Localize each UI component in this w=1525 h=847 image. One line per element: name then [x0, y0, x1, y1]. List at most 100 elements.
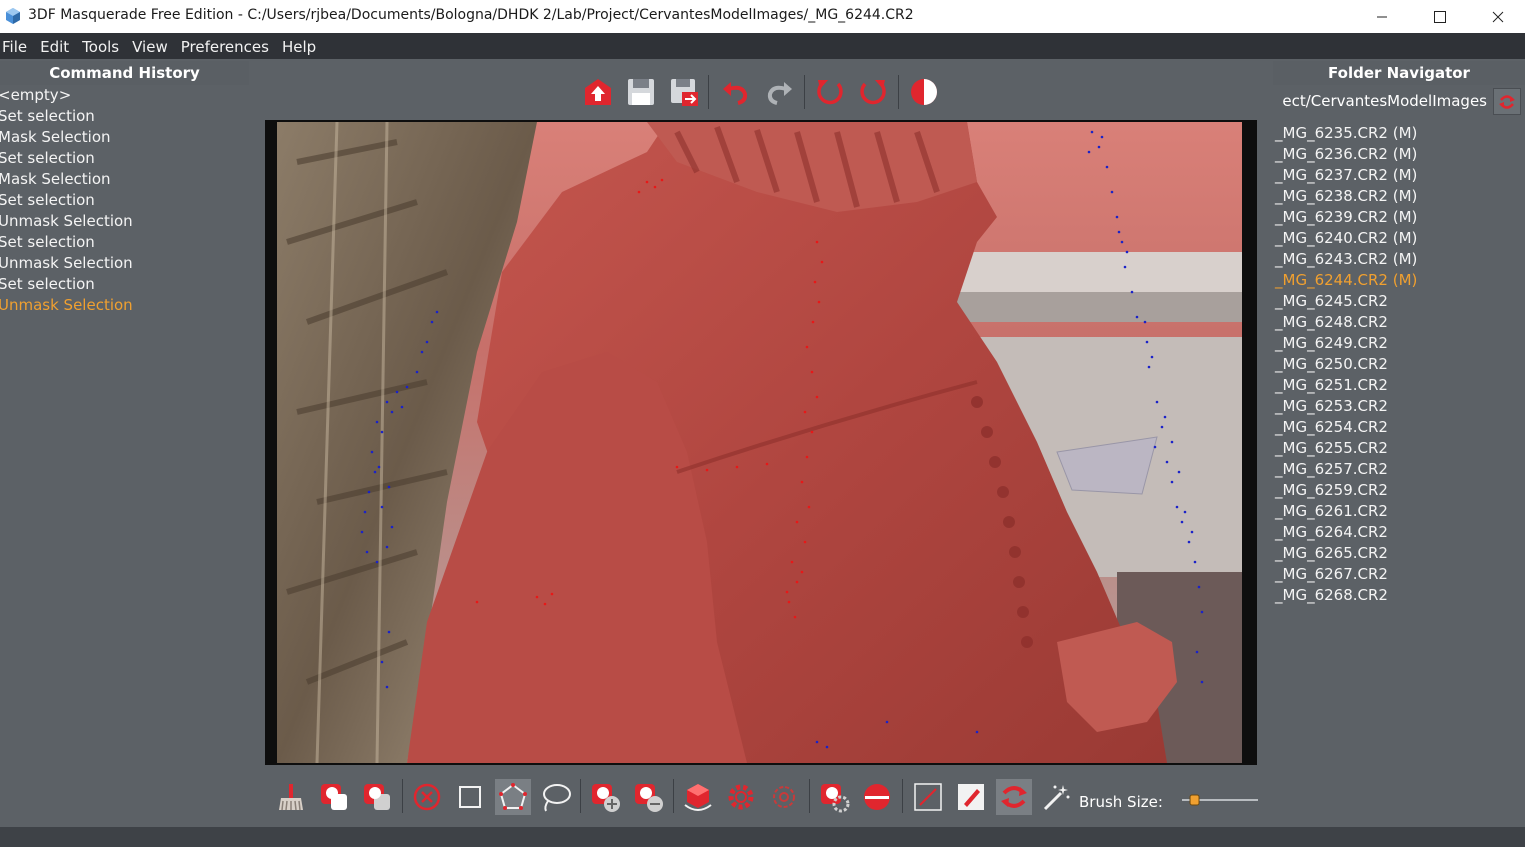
redo-icon — [767, 82, 792, 105]
bottom-toolbar: Brush Size: — [265, 767, 1260, 827]
minimize-button[interactable] — [1353, 0, 1411, 33]
history-item[interactable]: Set selection — [0, 190, 249, 211]
file-item[interactable]: _MG_6250.CR2 — [1275, 354, 1417, 375]
history-item[interactable]: Set selection — [0, 148, 249, 169]
refresh-button[interactable] — [1493, 88, 1521, 115]
half-mask-button[interactable] — [859, 779, 895, 815]
image-viewer[interactable] — [265, 120, 1257, 765]
command-history-panel: Command History <empty> Set selection Mask… — [0, 61, 249, 827]
file-item[interactable]: _MG_6240.CR2 (M) — [1275, 228, 1417, 249]
menu-view[interactable]: View — [130, 33, 174, 59]
menu-preferences[interactable]: Preferences — [179, 33, 275, 59]
file-item[interactable]: _MG_6255.CR2 — [1275, 438, 1417, 459]
file-item[interactable]: _MG_6253.CR2 — [1275, 396, 1417, 417]
menu-file[interactable]: File — [0, 33, 33, 59]
file-item[interactable]: _MG_6267.CR2 — [1275, 564, 1417, 585]
contrast-button[interactable] — [906, 74, 942, 110]
open-button[interactable] — [580, 74, 616, 110]
brush-tool-button[interactable] — [953, 779, 989, 815]
brush-size-label: Brush Size: — [1079, 793, 1163, 811]
menu-tools[interactable]: Tools — [80, 33, 125, 59]
file-item[interactable]: _MG_6245.CR2 — [1275, 291, 1417, 312]
file-item[interactable]: _MG_6239.CR2 (M) — [1275, 207, 1417, 228]
rotate-left-button[interactable] — [812, 74, 848, 110]
swap-button[interactable] — [996, 779, 1032, 815]
file-item[interactable]: _MG_6251.CR2 — [1275, 375, 1417, 396]
toolbar-separator — [580, 779, 581, 813]
file-item[interactable]: _MG_6238.CR2 (M) — [1275, 186, 1417, 207]
mask-subtract-button[interactable] — [359, 779, 395, 815]
mask-subtract-icon — [364, 784, 390, 810]
brush-size-thumb[interactable] — [1189, 794, 1200, 806]
file-item[interactable]: _MG_6248.CR2 — [1275, 312, 1417, 333]
file-item[interactable]: _MG_6254.CR2 — [1275, 417, 1417, 438]
file-item[interactable]: _MG_6244.CR2 (M) — [1275, 270, 1417, 291]
menu-help[interactable]: Help — [280, 33, 322, 59]
history-item[interactable]: Set selection — [0, 274, 249, 295]
line-tool-button[interactable] — [910, 779, 946, 815]
mask-filter-icon — [821, 784, 850, 813]
toolbar-separator — [809, 779, 810, 813]
file-item[interactable]: _MG_6243.CR2 (M) — [1275, 249, 1417, 270]
file-item[interactable]: _MG_6261.CR2 — [1275, 501, 1417, 522]
add-selection-button[interactable] — [587, 779, 623, 815]
file-item[interactable]: _MG_6236.CR2 (M) — [1275, 144, 1417, 165]
rotate-right-icon — [860, 80, 886, 105]
clear-brush-button[interactable] — [273, 779, 309, 815]
polygon-select-button[interactable] — [495, 779, 531, 815]
history-item[interactable]: Set selection — [0, 232, 249, 253]
history-item[interactable]: Mask Selection — [0, 169, 249, 190]
magic-wand-button[interactable] — [1039, 779, 1075, 815]
close-button[interactable] — [1469, 0, 1525, 33]
mask-filter-button[interactable] — [816, 779, 852, 815]
settings-red-button[interactable] — [723, 779, 759, 815]
rectangle-select-button[interactable] — [452, 779, 488, 815]
redo-button[interactable] — [761, 74, 797, 110]
mask-add-button[interactable] — [316, 779, 352, 815]
photo-canvas[interactable] — [277, 122, 1242, 763]
brush-size-slider[interactable] — [1180, 792, 1260, 808]
rotate-left-icon — [817, 80, 843, 105]
3df-cube-icon — [6, 8, 20, 24]
history-item[interactable]: Mask Selection — [0, 127, 249, 148]
editor-area: Brush Size: — [255, 61, 1267, 827]
swap-icon — [1001, 786, 1027, 808]
save-as-icon — [671, 79, 698, 106]
clear-brush-icon — [279, 784, 303, 811]
menu-edit[interactable]: Edit — [38, 33, 75, 59]
close-icon — [1492, 11, 1504, 22]
file-item[interactable]: _MG_6237.CR2 (M) — [1275, 165, 1417, 186]
top-toolbar — [255, 61, 1267, 121]
lasso-select-button[interactable] — [538, 779, 574, 815]
toolbar-separator — [708, 75, 709, 109]
masked-photo[interactable] — [277, 122, 1242, 763]
rotate-right-button[interactable] — [855, 74, 891, 110]
save-button[interactable] — [623, 74, 659, 110]
settings-outline-button[interactable] — [766, 779, 802, 815]
file-item[interactable]: _MG_6249.CR2 — [1275, 333, 1417, 354]
history-item[interactable]: Set selection — [0, 106, 249, 127]
save-as-button[interactable] — [666, 74, 702, 110]
cancel-button[interactable] — [409, 779, 445, 815]
toolbar-separator — [804, 75, 805, 109]
folder-path[interactable]: ect/CervantesModelImages — [1275, 89, 1487, 114]
history-item[interactable]: Unmask Selection — [0, 253, 249, 274]
file-item[interactable]: _MG_6268.CR2 — [1275, 585, 1417, 606]
file-item[interactable]: _MG_6265.CR2 — [1275, 543, 1417, 564]
toolbar-separator — [898, 75, 899, 109]
history-item[interactable]: Unmask Selection — [0, 295, 249, 316]
undo-button[interactable] — [718, 74, 754, 110]
toolbar-separator — [902, 779, 903, 813]
history-item[interactable]: <empty> — [0, 85, 249, 106]
file-item[interactable]: _MG_6259.CR2 — [1275, 480, 1417, 501]
file-item[interactable]: _MG_6257.CR2 — [1275, 459, 1417, 480]
file-item[interactable]: _MG_6235.CR2 (M) — [1275, 123, 1417, 144]
remove-selection-button[interactable] — [630, 779, 666, 815]
history-item[interactable]: Unmask Selection — [0, 211, 249, 232]
3d-mask-button[interactable] — [680, 779, 716, 815]
window-title: 3DF Masquerade Free Edition - C:/Users/r… — [28, 7, 914, 23]
contrast-icon — [911, 79, 937, 105]
lasso-select-icon — [543, 784, 571, 812]
file-item[interactable]: _MG_6264.CR2 — [1275, 522, 1417, 543]
maximize-button[interactable] — [1411, 0, 1469, 33]
